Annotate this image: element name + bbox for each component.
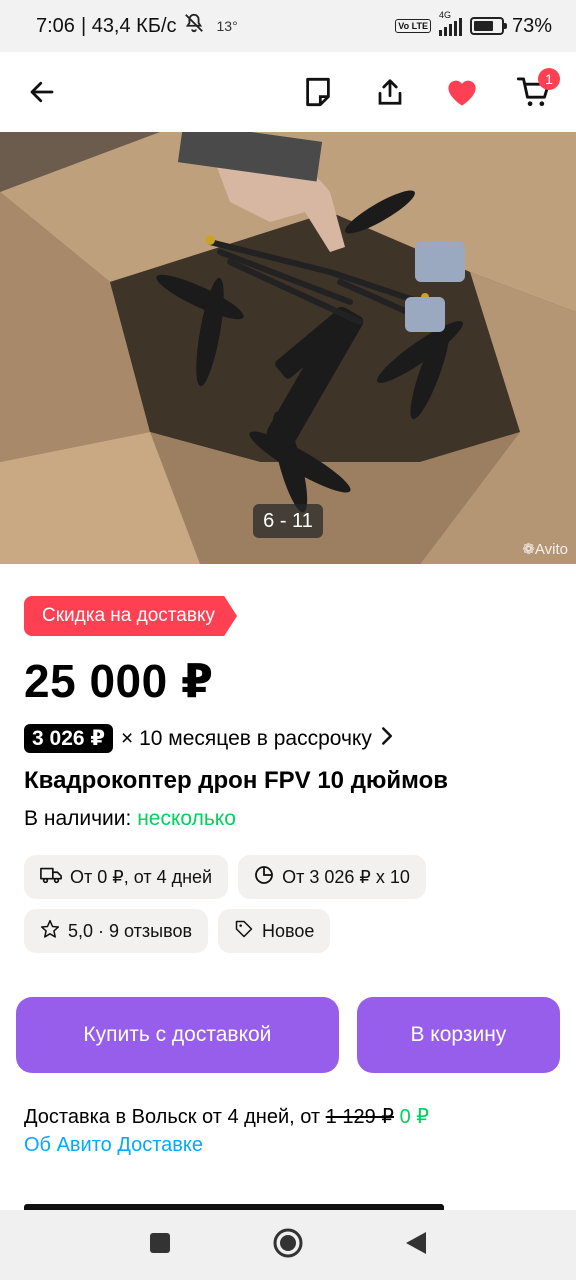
chip-condition-label: Новое bbox=[262, 920, 315, 941]
status-speed: | 43,4 КБ/с bbox=[80, 14, 177, 37]
chip-delivery[interactable]: От 0 ₽, от 4 дней bbox=[24, 855, 229, 899]
recent-apps-icon[interactable] bbox=[148, 1231, 172, 1260]
watermark-text: Avito bbox=[534, 541, 568, 558]
battery-icon bbox=[469, 17, 507, 35]
home-icon[interactable] bbox=[272, 1227, 304, 1264]
chip-delivery-label: От 0 ₽, от 4 дней bbox=[70, 866, 213, 887]
installment-link[interactable]: 3 026 ₽ × 10 месяцев в рассрочку bbox=[24, 724, 552, 753]
buy-with-delivery-button[interactable]: Купить с доставкой bbox=[16, 997, 339, 1073]
about-delivery-link[interactable]: Об Авито Доставке bbox=[24, 1131, 552, 1159]
promo-tag[interactable]: Скидка на доставку bbox=[24, 596, 237, 636]
chip-installment[interactable]: От 3 026 ₽ x 10 bbox=[238, 855, 426, 899]
delivery-new-price: 0 ₽ bbox=[399, 1106, 429, 1128]
installment-text: × 10 месяцев в рассрочку bbox=[121, 726, 372, 750]
volte-icon: Vo LTE bbox=[395, 19, 431, 33]
cart-icon[interactable]: 1 bbox=[516, 68, 560, 110]
listing-info: Скидка на доставку 25 000 ₽ 3 026 ₽ × 10… bbox=[0, 564, 576, 953]
stock-label: В наличии: bbox=[24, 807, 132, 830]
mute-icon bbox=[183, 12, 205, 40]
product-photo bbox=[0, 132, 576, 564]
note-icon[interactable] bbox=[300, 74, 336, 110]
delivery-old-price: 1 129 ₽ bbox=[325, 1106, 394, 1128]
chevron-right-icon bbox=[380, 726, 394, 752]
stock-value: несколько bbox=[137, 807, 236, 830]
tag-icon bbox=[234, 919, 254, 944]
pie-chart-icon bbox=[254, 865, 274, 890]
status-bar: 7:06 | 43,4 КБ/с 13° Vo LTE 4G 73% bbox=[0, 0, 576, 52]
chip-rating[interactable]: 5,0 · 9 отзывов bbox=[24, 909, 209, 953]
watermark-logo-icon: ❁ bbox=[522, 541, 535, 558]
action-buttons: Купить с доставкой В корзину bbox=[0, 953, 576, 1073]
installment-amount: 3 026 ₽ bbox=[24, 724, 113, 753]
chip-condition[interactable]: Новое bbox=[218, 909, 331, 953]
gallery-counter: 6 - 11 bbox=[253, 504, 323, 538]
avito-watermark: ❁Avito bbox=[522, 540, 568, 558]
status-time: 7:06 bbox=[36, 14, 75, 37]
feature-chips: От 0 ₽, от 4 дней От 3 026 ₽ x 10 5,0 · … bbox=[24, 855, 444, 953]
price: 25 000 ₽ bbox=[24, 655, 214, 707]
delivery-info: Доставка в Вольск от 4 дней, от 1 129 ₽ … bbox=[0, 1073, 576, 1159]
heart-icon[interactable] bbox=[444, 74, 480, 110]
app-header: 1 bbox=[0, 52, 576, 132]
status-temp: 13° bbox=[216, 18, 238, 34]
stock-status: В наличии: несколько bbox=[24, 807, 552, 831]
chip-rating-label: 5,0 · 9 отзывов bbox=[68, 920, 193, 941]
network-type: 4G bbox=[438, 10, 451, 20]
delivery-text: Доставка в Вольск от 4 дней, от bbox=[24, 1106, 321, 1128]
truck-icon bbox=[40, 866, 62, 889]
back-icon[interactable] bbox=[404, 1230, 428, 1261]
battery-percent: 73% bbox=[511, 14, 552, 37]
chip-installment-label: От 3 026 ₽ x 10 bbox=[282, 866, 410, 887]
cart-badge: 1 bbox=[538, 68, 560, 90]
add-to-cart-button[interactable]: В корзину bbox=[356, 997, 560, 1073]
system-nav-bar bbox=[0, 1210, 576, 1280]
arrow-left-icon[interactable] bbox=[24, 74, 60, 110]
delivery-line: Доставка в Вольск от 4 дней, от 1 129 ₽ … bbox=[24, 1103, 552, 1131]
listing-title: Квадрокоптер дрон FPV 10 дюймов bbox=[24, 767, 449, 794]
photo-gallery[interactable]: 6 - 11 ❁Avito bbox=[0, 132, 576, 564]
signal-icon: 4G bbox=[438, 10, 462, 36]
star-icon bbox=[40, 919, 60, 944]
share-icon[interactable] bbox=[372, 74, 408, 110]
next-section-heading bbox=[24, 1196, 444, 1210]
